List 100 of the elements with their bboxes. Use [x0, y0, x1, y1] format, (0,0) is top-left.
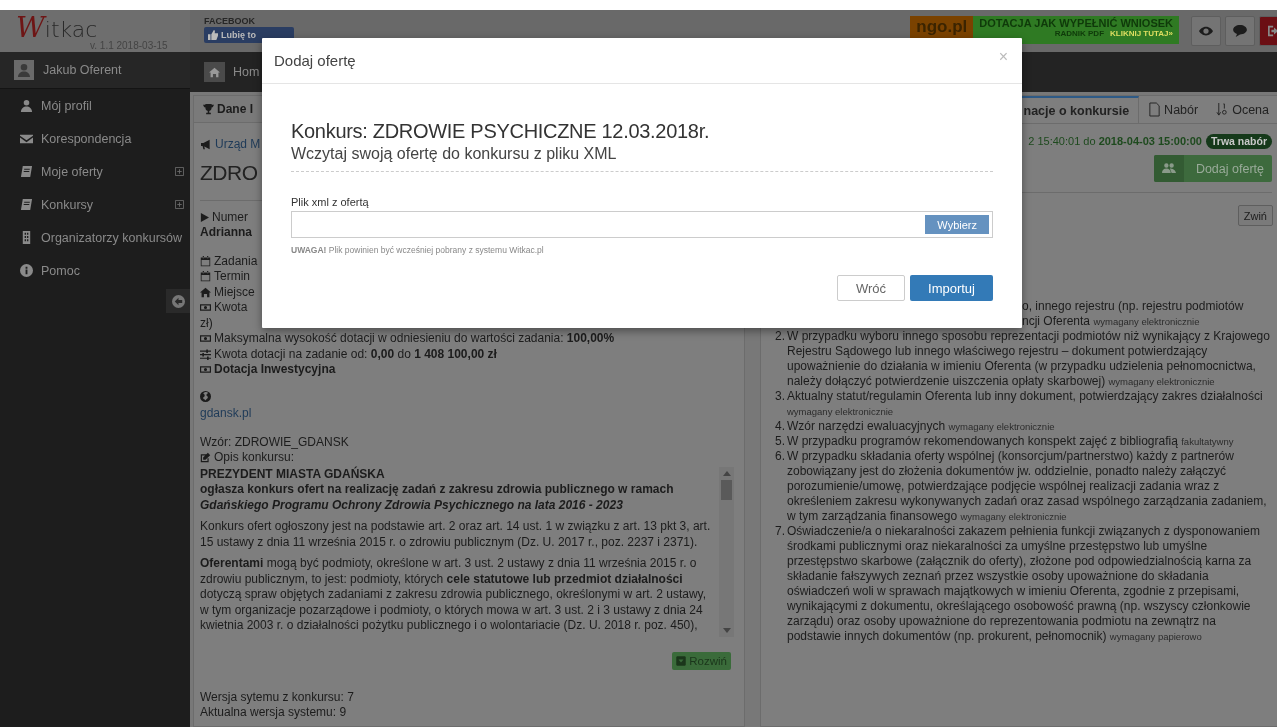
messages-button[interactable]	[1225, 16, 1255, 46]
document-icon	[1148, 102, 1162, 117]
facebook-label: FACEBOOK	[204, 16, 256, 26]
description-label: Opis konkursu:	[214, 450, 295, 466]
description-paragraph: Konkurs ofert ogłoszony jest na podstawie art. 2 oraz art. 14 ust. 1 w związku z art. 13 pkt 3, art. 15 ustawy z dnia 11 września 2015 r. o zdrowiu publicznym (Dz. U. 2017 r., poz. 2237 i 2371).	[200, 519, 712, 550]
list-number: 6.	[775, 449, 786, 465]
sort-icon	[1216, 102, 1230, 117]
banner-headline: DOTACJA	[979, 17, 1032, 29]
book-icon	[20, 198, 33, 211]
collapse-sidebar-button[interactable]	[166, 289, 190, 313]
tab[interactable]: Ocena	[1207, 96, 1277, 123]
logo[interactable]: Witkac	[16, 13, 98, 45]
expand-icon	[676, 655, 687, 666]
document-text: W przypadku programów rekomendowanych konspekt zajęć z bibliografią fakultatywny	[787, 434, 1235, 449]
trophy-icon	[203, 103, 214, 115]
warning-note: UWAGA! Plik powinien być wcześniej pobrany z systemu Witkac.pl	[291, 245, 545, 255]
version-info: Wersja sytemu z konkursu: 7	[200, 689, 355, 705]
envelope-icon	[20, 132, 33, 145]
back-button[interactable]: Wróć	[836, 275, 906, 301]
status-badge: Trwa nabór	[1206, 134, 1272, 149]
detail-text: Zadania	[214, 253, 258, 269]
document-text: W przypadku składania oferty wspólnej (konsorcjum/partnerstwo) każdy z partnerów zobowiązany jest do złożenia dokumentów jw. oddzielnie, ponadto należy załączyć porozumienie/umowę, potwierdzające podjęcie wspólnej realizacji zadania wraz z określeniem zakresu wykonywanych zadań oraz zasad wspólnego zarządzania zadaniem, w tym zarządzania finansowego wymagany elektronicznie	[787, 449, 1268, 524]
expand-icon	[175, 167, 184, 176]
scroll-down-icon	[722, 627, 731, 633]
like-button[interactable]: Lubię to	[204, 27, 294, 43]
expand-icon	[175, 200, 184, 209]
document-text: Oświadczenie/a o niekaralności zakazem pełnienia funkcji związanych z dysponowaniem środkami publicznymi oraz niekaralności za umyślne przestępstwo lub umyślne przestępstwo skarbowe (załącznik do oferty), złożone pod odpowiedzialnością karna za składanie fałszywych zeznań przez wszystkie osoby upoważnione do składania oświadczeń woli w sprawach majątkowych w imieniu Oferenta, zgodnie z przepisami, wynikającymi z dokumentu, określającego osobowość prawną (np. wszyscy członkowie zarządu) oraz osoby upoważnione do reprezentowania podmiotu na zewnątrz na podstawie innych dokumentów (np. prokurent, pełnomocnik) wymagany papierowo	[787, 524, 1261, 644]
scrollbar-thumb[interactable]	[721, 479, 732, 500]
dialog-heading: Konkurs: ZDROWIE PSYCHICZNE 12.03.2018r.	[291, 120, 711, 143]
browse-button[interactable]: Wybierz	[925, 215, 989, 234]
play-icon	[200, 212, 209, 222]
contest-title: ZDRO	[200, 159, 259, 186]
detail-text: Miejsce	[214, 284, 255, 300]
description-paragraph: Oferentami mogą być podmioty, określone w art. 3 ust. 2 ustawy z dnia 11 września 2015 r. o zdrowiu publicznym, to jest: podmioty, których cele statutowe lub przedmiot działalności dotyczą spraw objętych zadaniami z zakresu zdrowia publicznego, określonymi w art. 2 ustawy, w tym organizacje pozarządowe i podmioty, o których mowa w art. 3 ust. 2 i 3 ustawy z dnia 24 kwietnia 2003 r. o działalności pożytku publicznego i o wolontariacie (Dz. U. 2018 r. poz. 450),	[200, 556, 707, 634]
description-lead: ogłasza konkurs ofert na realizację zadań z zakresu zdrowia publicznego w ramach Gdańskiego Programu Ochrony Zdrowia Psychicznego na lata 2016 - 2023	[200, 482, 675, 513]
detail-text: Maksymalna wysokość dotacji w odniesieniu do wartości zadania: 100,00%	[214, 331, 615, 347]
detail-text: Kwota dotacji na zadanie od: 0,00 do 1 408 100,00 zł	[214, 346, 497, 362]
scrollbar[interactable]	[719, 466, 734, 637]
import-button[interactable]: Importuj	[910, 275, 993, 301]
banner-headline: JAK WYPEŁNIĆ WNIOSEK	[1034, 17, 1173, 29]
banknote-icon	[200, 302, 211, 314]
globe-icon	[200, 390, 211, 402]
logout-icon	[1267, 25, 1277, 37]
edit-icon	[200, 452, 211, 464]
sidebar-item-label: Moje oferty	[41, 164, 104, 179]
sidebar-item[interactable]: Korespondencja	[0, 122, 190, 155]
list-number: 2.	[775, 329, 786, 345]
sidebar-item[interactable]: Pomoc	[0, 254, 190, 287]
sidebar-item-label: Organizatorzy konkursów	[41, 230, 184, 245]
sidebar-item[interactable]: Konkursy	[0, 188, 190, 221]
list-number: 7.	[775, 524, 786, 540]
banknote-icon	[200, 364, 211, 376]
panel-heading: Dane I	[217, 102, 253, 116]
document-text: Wzór narzędzi ewaluacyjnych wymagany elektronicznie	[787, 419, 1056, 434]
eye-icon	[1199, 25, 1213, 37]
detail-text: zł)	[200, 315, 213, 331]
list-number: 4.	[775, 419, 786, 434]
home-icon	[209, 66, 220, 78]
sidebar-item[interactable]: Moje oferty	[0, 155, 190, 188]
description-heading: PREZYDENT MIASTA GDAŃSKA	[200, 466, 386, 482]
recruitment-dates: 2 15:40:01 do 2018-04-03 15:00:00	[1028, 134, 1202, 149]
info-icon	[20, 264, 33, 277]
banner-link: KLIKNIJ TUTAJ»	[1110, 29, 1173, 38]
user-row[interactable]: Jakub Oferent	[0, 52, 190, 89]
scroll-up-icon	[722, 470, 731, 476]
document-text: W przypadku wyboru innego sposobu reprezentacji podmiotów niż wynikający z Krajowego Rejestru Sądowego lub innego właściwego rejestru – dokument potwierdzający upoważnienie do działania w imieniu Oferenta (w przypadku udzielenia pełnomocnictwa, należy dołączyć potwierdzenie uiszczenia opłaty skarbowej) wymagany elektronicznie	[787, 329, 1271, 389]
megaphone-icon	[201, 139, 212, 151]
add-offer-button[interactable]: Dodaj ofertę	[1153, 155, 1272, 182]
users-icon	[1161, 163, 1176, 174]
document-text: o, innego rejestru (np. rejestru podmiotów	[1022, 299, 1245, 314]
document-text: ncji Oferenta wymagany elektronicznie	[1022, 314, 1201, 329]
organizer-name: Adrianna	[200, 225, 253, 241]
preview-button[interactable]	[1191, 16, 1221, 46]
collapse-button[interactable]: Zwiń	[1237, 205, 1273, 226]
dialog-subheading: Wczytaj swoją ofertę do konkursu z pliku XML	[291, 145, 618, 163]
calendar-icon	[200, 255, 211, 267]
sidebar-item[interactable]: Mój profil	[0, 89, 190, 122]
sidebar-item[interactable]: Organizatorzy konkursów	[0, 221, 190, 254]
sidebar-item-label: Pomoc	[41, 263, 81, 278]
chat-bubble-icon	[1233, 25, 1247, 37]
detail-text: Kwota	[214, 300, 248, 316]
file-input-field[interactable]: Wybierz	[291, 211, 993, 238]
banner-subline: RADNIK PDF	[1054, 29, 1105, 38]
tab[interactable]: Nabór	[1139, 96, 1208, 123]
home-icon	[200, 286, 211, 298]
calendar-icon	[200, 271, 211, 283]
office-link[interactable]: Urząd M	[215, 137, 261, 153]
detail-text: Dotacja Inwestycyjna	[214, 362, 336, 378]
home-button[interactable]	[204, 62, 225, 82]
breadcrumb-link[interactable]: Hom	[233, 65, 260, 79]
user-icon	[20, 99, 33, 112]
avatar-icon	[14, 60, 34, 80]
website-link[interactable]: gdansk.pl	[200, 406, 252, 420]
template-text: Wzór: ZDROWIE_GDANSK	[200, 434, 350, 450]
book-icon	[20, 165, 33, 178]
thumbs-up-icon	[208, 30, 218, 40]
list-number: 3.	[775, 389, 786, 405]
arrow-left-icon	[171, 294, 185, 308]
field-label: Plik xml z ofertą	[291, 196, 370, 208]
user-name: Jakub Oferent	[43, 63, 122, 77]
